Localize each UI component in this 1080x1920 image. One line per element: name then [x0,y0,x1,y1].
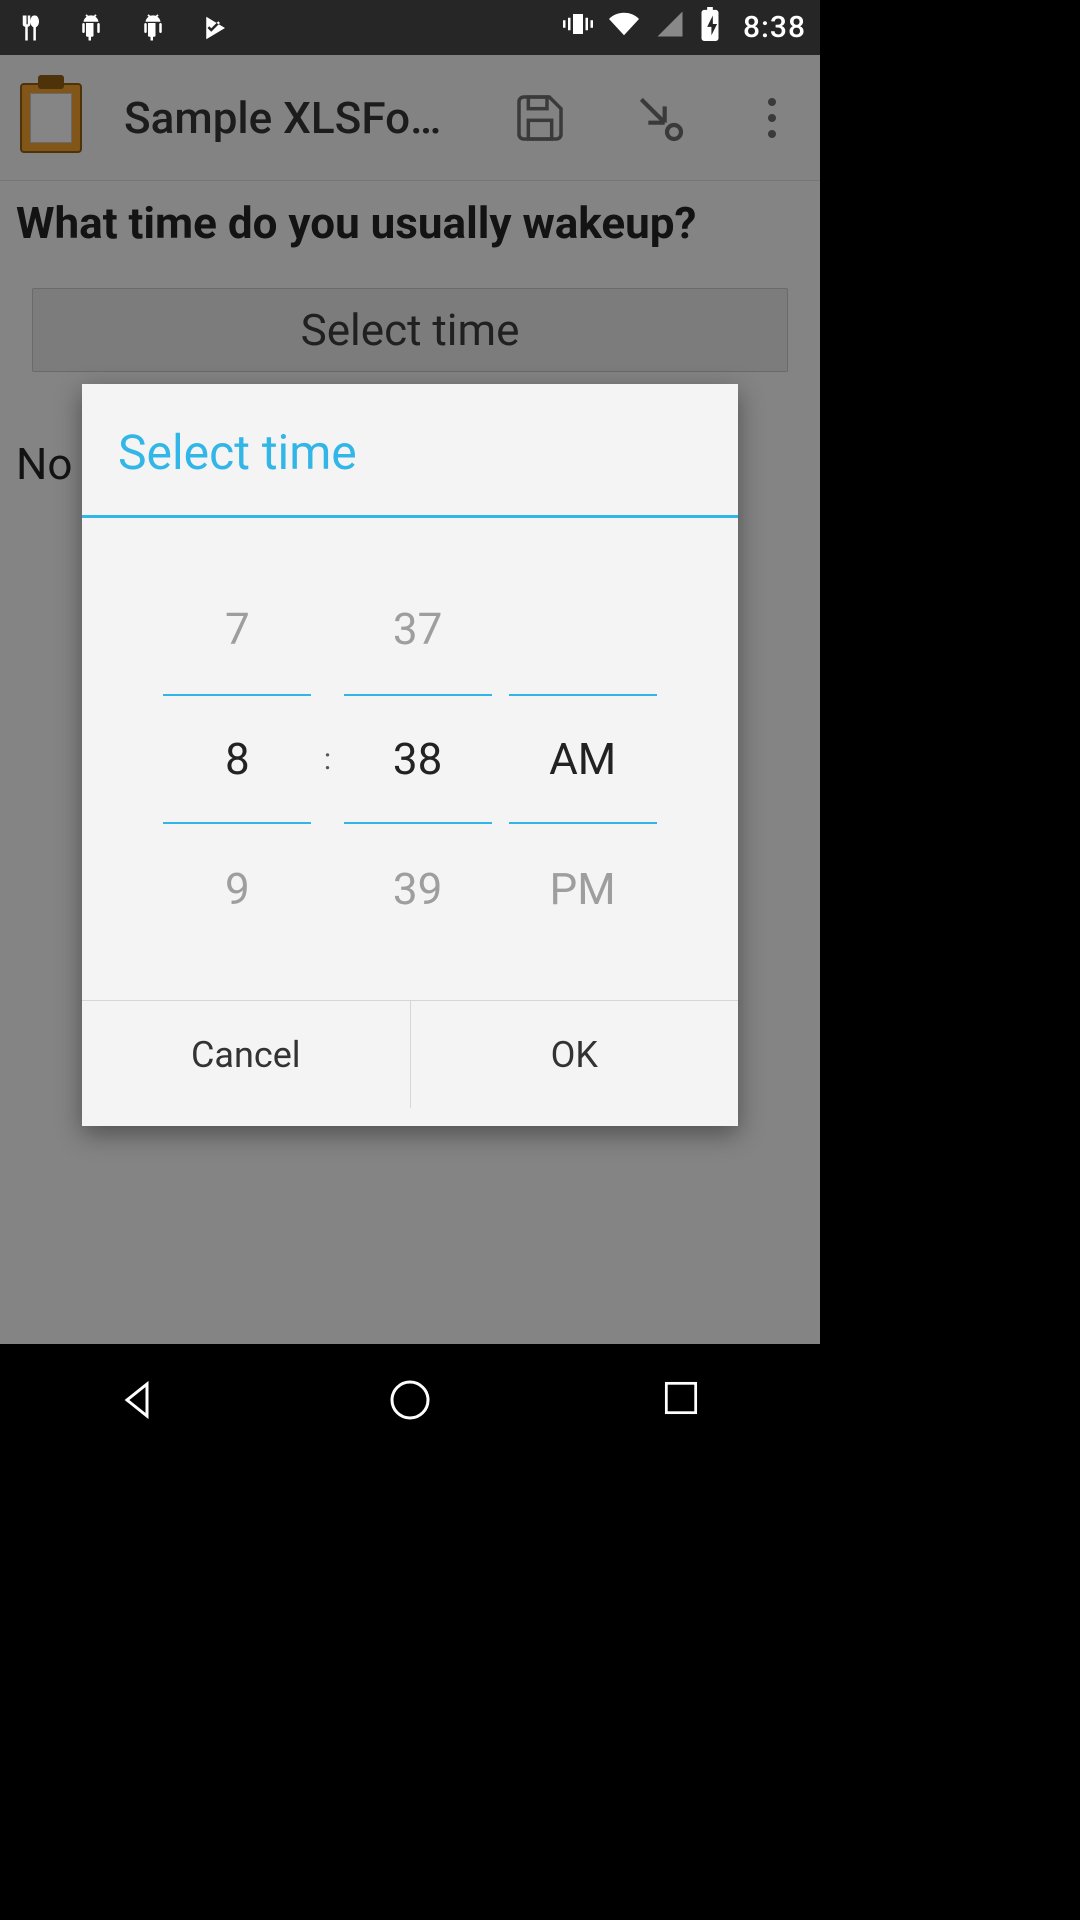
cell-signal-icon [655,9,685,47]
hour-next[interactable]: 9 [155,824,320,954]
wifi-icon [607,9,641,47]
android-icon [76,13,106,43]
vibrate-icon [563,7,593,49]
dialog-actions: Cancel OK [82,1000,738,1108]
hour-current[interactable]: 8 [163,694,311,824]
status-left [14,13,230,43]
dialog-header: Select time [82,384,738,518]
time-picker: 7 8 9 : 37 38 39 AM PM [82,518,738,1000]
time-separator: : [320,694,335,824]
cancel-button[interactable]: Cancel [82,1001,410,1108]
back-icon[interactable] [113,1376,161,1424]
ok-button[interactable]: OK [410,1001,739,1108]
hour-wheel[interactable]: 7 8 9 [155,564,320,954]
status-right: 8:38 [563,7,806,49]
status-time: 8:38 [743,10,806,45]
android-icon [138,13,168,43]
app-screen: Sample XLSFo… What time do you usually w… [0,55,820,1344]
fork-knife-icon [14,13,44,43]
play-check-icon [200,13,230,43]
battery-charging-icon [699,7,721,49]
home-icon[interactable] [386,1376,434,1424]
ampm-prev [500,564,665,694]
status-bar: 8:38 [0,0,820,55]
hour-prev[interactable]: 7 [155,564,320,694]
ampm-current[interactable]: AM [509,694,657,824]
minute-wheel[interactable]: 37 38 39 [335,564,500,954]
dialog-title: Select time [118,424,702,481]
minute-next[interactable]: 39 [335,824,500,954]
ampm-wheel[interactable]: AM PM [500,564,665,954]
ampm-next[interactable]: PM [500,824,665,954]
recent-apps-icon[interactable] [659,1376,707,1424]
navigation-bar [0,1344,820,1456]
minute-prev[interactable]: 37 [335,564,500,694]
time-picker-dialog: Select time 7 8 9 : 37 38 39 AM PM Cance… [82,384,738,1126]
minute-current[interactable]: 38 [344,694,492,824]
